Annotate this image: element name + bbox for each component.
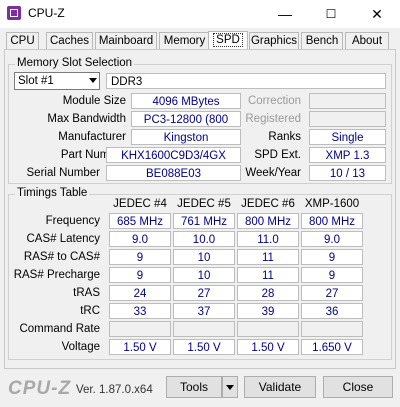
week-year-label: Week/Year [245,167,301,179]
module-size-value: 4096 MBytes [131,93,241,109]
tab-cpu[interactable]: CPU [6,32,39,49]
memory-type-field: DDR3 [106,73,386,89]
tab-caches[interactable]: Caches [46,32,93,49]
group-label: Timings Table [15,187,90,199]
timing-cell: 1.50 V [109,339,171,355]
timing-cell: 39 [237,303,299,319]
timing-cell: 27 [301,285,363,301]
tab-bench[interactable]: Bench [301,32,343,49]
timing-row-label: RAS# to CAS# [23,251,100,263]
tab-spd[interactable]: SPD [208,31,248,50]
spd-ext-value: XMP 1.3 [309,147,386,163]
maximize-button[interactable]: ☐ [308,0,354,28]
timing-cell [237,321,299,337]
timing-cell: 33 [109,303,171,319]
module-size-label: Module Size [62,95,126,107]
timing-row-label: CAS# Latency [26,233,100,245]
tab-label: Memory [163,35,206,47]
tab-label: Mainboard [98,35,154,47]
timing-cell: 10 [173,249,235,265]
registered-value [309,111,386,127]
timing-cell: 685 MHz [109,213,171,229]
tab-mainboard[interactable]: Mainboard [95,32,157,49]
week-year-value: 10 / 13 [309,165,386,181]
timings-column-header: JEDEC #4 [113,198,167,210]
tools-dropdown-icon[interactable] [222,376,238,398]
tab-label: Bench [305,35,339,47]
timing-row-label: Frequency [45,215,100,227]
timing-row-label: tRC [80,305,100,317]
close-window-button[interactable]: ✕ [354,0,400,28]
close-button[interactable]: Close [323,376,393,398]
timing-row-label: tRAS [73,287,100,299]
timing-cell: 800 MHz [301,213,363,229]
timing-row-label: Voltage [61,341,100,353]
manufacturer-label: Manufacturer [58,131,126,143]
timings-column-header: XMP-1600 [304,198,360,210]
timing-cell: 1.50 V [237,339,299,355]
timing-cell: 9 [109,267,171,283]
tab-label: Caches [50,35,89,47]
timing-cell: 9.0 [301,231,363,247]
ranks-value: Single [309,129,386,145]
slot-select-value: Slot #1 [18,75,54,87]
minimize-button[interactable]: — [262,0,308,28]
timings-column-header: JEDEC #6 [241,198,295,210]
timing-cell: 9 [301,249,363,265]
max-bandwidth-value: PC3-12800 (800 MHz) [131,111,241,142]
timing-cell: 9 [109,249,171,265]
timing-cell [173,321,235,337]
tools-button[interactable]: Tools [166,376,222,398]
tab-label: About [351,35,383,47]
timing-cell: 10 [173,267,235,283]
serial-number-label: Serial Number [26,167,101,179]
tab-graphics[interactable]: Graphics [249,32,299,49]
timing-cell: 9.0 [109,231,171,247]
title-bar: CPU-Z — ☐ ✕ [0,0,400,28]
validate-button[interactable]: Validate [244,376,316,398]
manufacturer-value: Kingston [131,129,241,145]
part-number-value: KHX1600C9D3/4GX [106,147,241,163]
registered-label: Registered [245,113,301,125]
spd-ext-label: SPD Ext. [254,149,301,161]
timing-cell: 1.650 V [301,339,363,355]
tab-memory[interactable]: Memory [159,32,210,49]
timing-cell: 28 [237,285,299,301]
chevron-down-icon [89,78,97,83]
group-label: Memory Slot Selection [15,57,135,69]
timing-cell: 24 [109,285,171,301]
timing-cell: 800 MHz [237,213,299,229]
correction-value [309,93,386,109]
cpuz-app-icon [7,6,21,20]
cpuz-brand-logo: CPU-Z [8,378,72,399]
timing-cell: 9 [301,267,363,283]
max-bandwidth-label: Max Bandwidth [47,113,126,125]
tab-label: CPU [10,35,35,47]
serial-number-value: BE088E03 [106,165,241,181]
tab-about[interactable]: About [345,32,389,49]
correction-label: Correction [247,95,301,107]
timing-row-label: Command Rate [19,323,100,335]
timing-cell: 11.0 [237,231,299,247]
tab-label: SPD [213,33,243,47]
timing-cell: 11 [237,267,299,283]
timing-cell [109,321,171,337]
timing-cell: 27 [173,285,235,301]
timing-cell: 36 [301,303,363,319]
timing-cell: 761 MHz [173,213,235,229]
timing-cell: 11 [237,249,299,265]
version-text: Ver. 1.87.0.x64 [76,384,153,396]
timings-column-header: JEDEC #5 [177,198,231,210]
timing-cell: 10.0 [173,231,235,247]
timing-cell: 1.50 V [173,339,235,355]
window-title: CPU-Z [28,6,65,20]
timing-row-label: RAS# Precharge [13,269,100,281]
ranks-label: Ranks [268,131,301,143]
timing-cell [301,321,363,337]
timing-cell: 37 [173,303,235,319]
tab-label: Graphics [250,35,298,47]
slot-select[interactable]: Slot #1 [14,72,100,90]
